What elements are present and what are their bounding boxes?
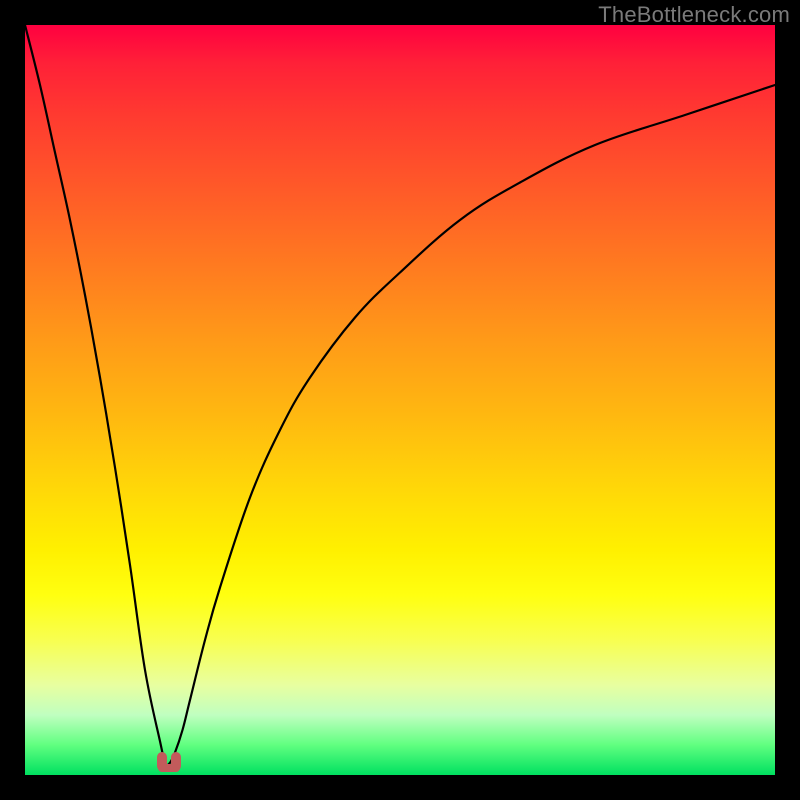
bottleneck-curve: [25, 25, 775, 775]
attribution-label: TheBottleneck.com: [598, 2, 790, 28]
optimum-marker-base: [158, 764, 180, 772]
plot-area: [25, 25, 775, 775]
